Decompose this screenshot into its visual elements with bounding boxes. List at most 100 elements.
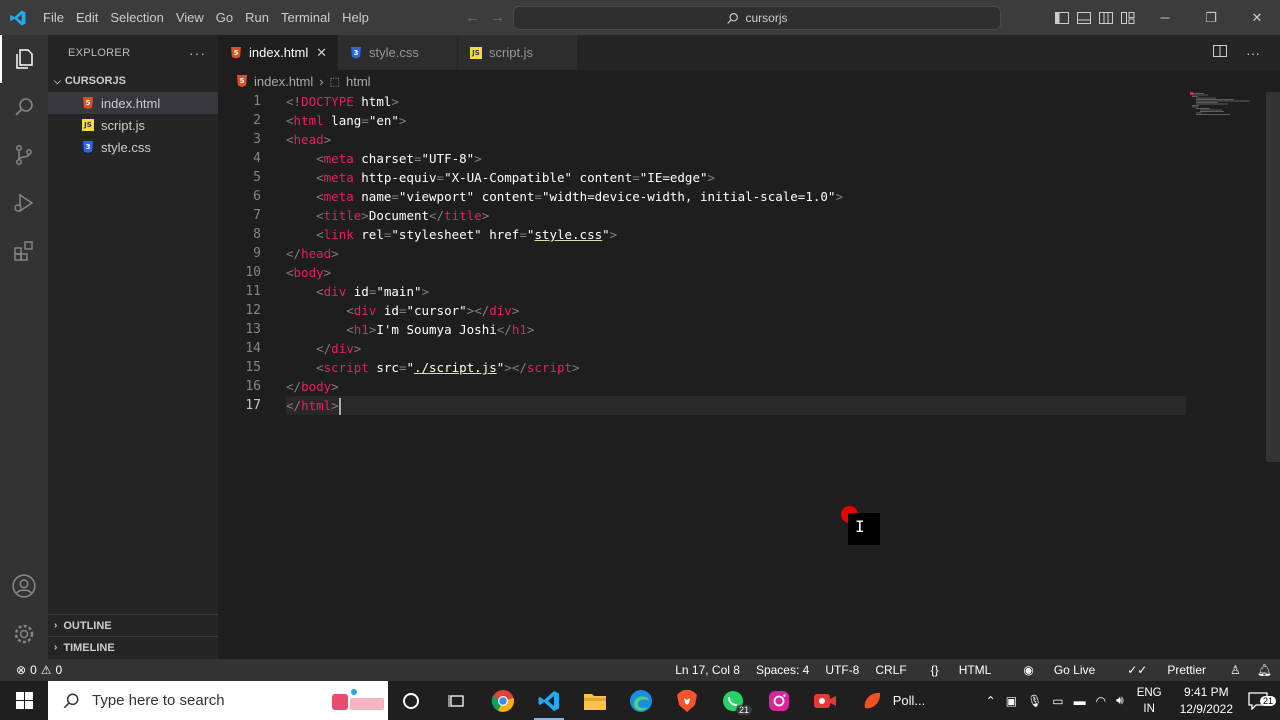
clock[interactable]: 9:41 PM 12/9/2022: [1170, 684, 1243, 718]
file-style-css[interactable]: 3 style.css: [48, 136, 218, 158]
code-line[interactable]: <meta http-equiv="X-UA-Compatible" conte…: [286, 168, 1186, 187]
prettier-button[interactable]: ✓✓ Prettier: [1111, 663, 1222, 677]
code-line[interactable]: </html>: [286, 396, 1186, 415]
minimize-icon[interactable]: ─: [1142, 0, 1188, 35]
code-line[interactable]: <body>: [286, 263, 1186, 282]
code-line[interactable]: <link rel="stylesheet" href="style.css">: [286, 225, 1186, 244]
screen-recorder-icon[interactable]: [802, 681, 848, 720]
code-line[interactable]: <html lang="en">: [286, 111, 1186, 130]
code-line[interactable]: <!DOCTYPE html>: [286, 92, 1186, 111]
indentation[interactable]: Spaces: 4: [748, 663, 817, 677]
search-icon[interactable]: [0, 83, 48, 131]
file-script-js[interactable]: JS script.js: [48, 114, 218, 136]
timeline-section[interactable]: › TIMELINE: [48, 636, 218, 658]
file-index-html[interactable]: 5 index.html: [48, 92, 218, 114]
meet-now-icon[interactable]: ▣: [1001, 694, 1022, 708]
outline-section[interactable]: › OUTLINE: [48, 614, 218, 636]
vertical-scrollbar[interactable]: [1266, 92, 1280, 462]
code-line[interactable]: </div>: [286, 339, 1186, 358]
code-line[interactable]: <div id="cursor"></div>: [286, 301, 1186, 320]
menu-edit[interactable]: Edit: [70, 0, 104, 35]
task-view-icon[interactable]: [434, 681, 480, 720]
volume-icon[interactable]: 🔊︎: [1111, 693, 1129, 708]
close-tab-icon[interactable]: ✕: [316, 45, 327, 61]
code-line[interactable]: <head>: [286, 130, 1186, 149]
menu-terminal[interactable]: Terminal: [275, 0, 336, 35]
accounts-icon[interactable]: [0, 562, 48, 610]
toggle-sidebar-icon[interactable]: [1054, 10, 1070, 26]
breadcrumb-file[interactable]: index.html: [254, 74, 313, 89]
menu-help[interactable]: Help: [336, 0, 375, 35]
feedback-icon[interactable]: ♙: [1222, 663, 1249, 677]
menu-run[interactable]: Run: [239, 0, 275, 35]
input-language[interactable]: ENG IN: [1129, 685, 1170, 717]
code-line[interactable]: </head>: [286, 244, 1186, 263]
extensions-icon[interactable]: [0, 227, 48, 275]
run-debug-icon[interactable]: [0, 179, 48, 227]
folder-cursorjs[interactable]: ⌵ CURSORJS: [48, 70, 218, 92]
toggle-secondary-sidebar-icon[interactable]: [1098, 10, 1114, 26]
microphone-icon[interactable]: 🎙︎: [1022, 694, 1047, 708]
file-explorer-icon[interactable]: [572, 681, 618, 720]
customize-layout-icon[interactable]: [1120, 10, 1136, 26]
menu-file[interactable]: File: [37, 0, 70, 35]
breadcrumb: 5 index.html › ⬚ html: [218, 70, 1280, 92]
command-center-search[interactable]: cursorjs: [513, 6, 1001, 30]
show-hidden-icons-icon[interactable]: ⌃: [981, 694, 1001, 708]
notification-center-icon[interactable]: 21: [1243, 691, 1280, 710]
minimap[interactable]: [1190, 92, 1268, 116]
menu-selection[interactable]: Selection: [104, 0, 169, 35]
notifications-bell-icon[interactable]: 🔔︎: [1249, 663, 1280, 677]
code-line[interactable]: <div id="main">: [286, 282, 1186, 301]
source-control-icon[interactable]: [0, 131, 48, 179]
code-editor[interactable]: 1 2 3 4 5 6 7 8 9 10 11 12 13 14 15 16 1…: [218, 92, 1280, 659]
encoding[interactable]: UTF-8: [817, 663, 867, 677]
language-mode[interactable]: {} HTML: [915, 663, 1008, 677]
more-actions-icon[interactable]: ···: [1246, 45, 1260, 61]
cortana-icon[interactable]: [388, 681, 434, 720]
poll-app-label: Poll...: [892, 693, 926, 708]
brave-icon[interactable]: [664, 681, 710, 720]
code-line[interactable]: <script src="./script.js"></script>: [286, 358, 1186, 377]
windows-start-icon[interactable]: [0, 681, 48, 720]
taskbar-search-input[interactable]: Type here to search: [48, 681, 388, 720]
vscode-taskbar-icon[interactable]: [526, 681, 572, 720]
instagram-icon[interactable]: [756, 681, 802, 720]
problems-indicator[interactable]: ⊗ 0 ⚠ 0: [0, 663, 62, 677]
tab-style-css[interactable]: 3 style.css: [338, 35, 458, 70]
explorer-icon[interactable]: [0, 35, 48, 83]
close-icon[interactable]: ✕: [1234, 0, 1280, 35]
end-of-line[interactable]: CRLF: [867, 663, 914, 677]
menu-go[interactable]: Go: [210, 0, 239, 35]
chrome-icon[interactable]: [480, 681, 526, 720]
code-line[interactable]: <title>Document</title>: [286, 206, 1186, 225]
menu-view[interactable]: View: [170, 0, 210, 35]
go-live-button[interactable]: ◉ Go Live: [1007, 663, 1111, 677]
code-line[interactable]: <meta charset="UTF-8">: [286, 149, 1186, 168]
code-token: <: [286, 113, 294, 128]
code-token: div: [323, 284, 347, 299]
display-icon[interactable]: ▭: [1047, 694, 1068, 708]
tab-script-js[interactable]: JS script.js: [458, 35, 578, 70]
code-token: </: [286, 246, 302, 261]
code-line[interactable]: <h1>I'm Soumya Joshi</h1>: [286, 320, 1186, 339]
code-line[interactable]: </body>: [286, 377, 1186, 396]
breadcrumb-symbol[interactable]: html: [346, 74, 371, 89]
cursor-position[interactable]: Ln 17, Col 8: [667, 663, 748, 677]
toggle-panel-icon[interactable]: [1076, 10, 1092, 26]
code-line[interactable]: <meta name="viewport" content="width=dev…: [286, 187, 1186, 206]
poll-app-button[interactable]: Poll...: [848, 681, 938, 720]
tab-index-html[interactable]: 5 index.html ✕: [218, 35, 338, 70]
edge-icon[interactable]: [618, 681, 664, 720]
whatsapp-icon[interactable]: 21: [710, 681, 756, 720]
back-arrow-icon[interactable]: ←: [465, 9, 480, 26]
forward-arrow-icon[interactable]: →: [490, 9, 505, 26]
manage-gear-icon[interactable]: [0, 610, 48, 658]
more-actions-icon[interactable]: ···: [189, 45, 206, 61]
battery-icon[interactable]: ▬: [1069, 694, 1091, 708]
split-editor-icon[interactable]: [1212, 43, 1228, 62]
wifi-icon[interactable]: ◠: [1091, 694, 1111, 708]
restore-icon[interactable]: ❐: [1188, 0, 1234, 35]
code-content[interactable]: <!DOCTYPE html> <html lang="en"> <head> <m…: [286, 92, 1186, 415]
